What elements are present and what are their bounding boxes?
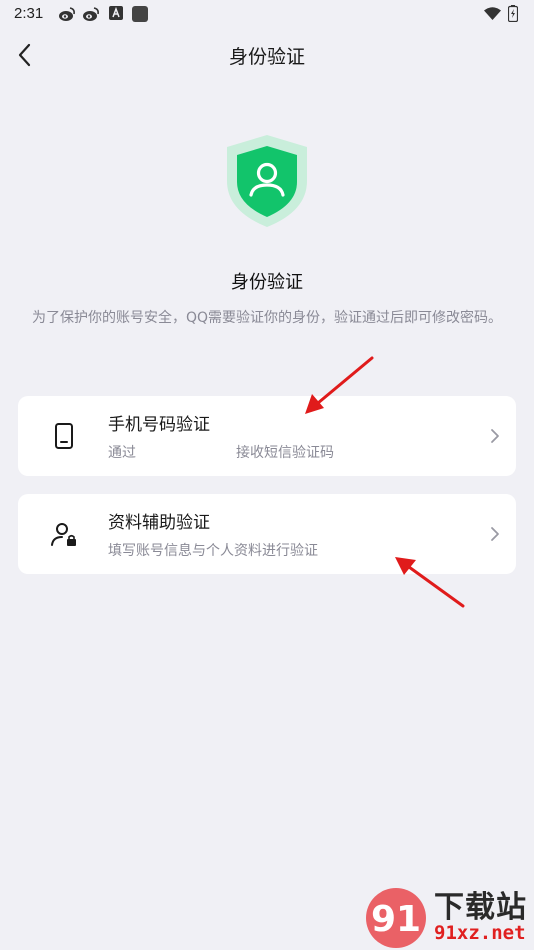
page-title: 身份验证 <box>228 46 305 68</box>
phone-subtitle-suffix: 接收短信验证码 <box>236 445 334 461</box>
shield-user-icon <box>227 135 307 227</box>
profile-verification-option[interactable]: 资料辅助验证 填写账号信息与个人资料进行验证 <box>18 494 516 574</box>
app-notification-icon <box>132 6 148 22</box>
phone-verification-title: 手机号码验证 <box>108 415 210 435</box>
chevron-right-icon <box>491 429 499 443</box>
phone-icon <box>55 423 73 449</box>
hero-description: 为了保护你的账号安全，QQ需要验证你的身份，验证通过后即可修改密码。 <box>31 310 503 326</box>
status-time: 2:31 <box>14 5 44 22</box>
battery-charging-icon <box>508 5 518 22</box>
logo-text: 91 <box>371 899 421 940</box>
download-site-logo: 91 <box>366 888 426 948</box>
watermark-line1: 下载站 <box>434 890 527 925</box>
hero-title: 身份验证 <box>231 272 303 293</box>
weibo-icon <box>83 7 99 21</box>
user-lock-icon <box>51 523 76 546</box>
weibo-icon <box>59 7 75 21</box>
phone-subtitle-prefix: 通过 <box>108 445 136 461</box>
status-bar: 2:31 <box>0 0 534 28</box>
profile-verification-subtitle: 填写账号信息与个人资料进行验证 <box>108 543 318 559</box>
watermark: 91 下载站 91xz.net <box>362 882 534 950</box>
phone-verification-subtitle: 通过 接收短信验证码 <box>108 442 334 462</box>
phone-verification-option[interactable]: 手机号码验证 通过 接收短信验证码 <box>18 396 516 476</box>
wifi-icon <box>484 7 501 20</box>
watermark-line2: 91xz.net <box>434 922 526 944</box>
chevron-right-icon <box>491 527 499 541</box>
profile-verification-title: 资料辅助验证 <box>108 513 210 533</box>
redacted-phone-number <box>136 446 236 460</box>
a-notification-icon <box>109 6 123 20</box>
